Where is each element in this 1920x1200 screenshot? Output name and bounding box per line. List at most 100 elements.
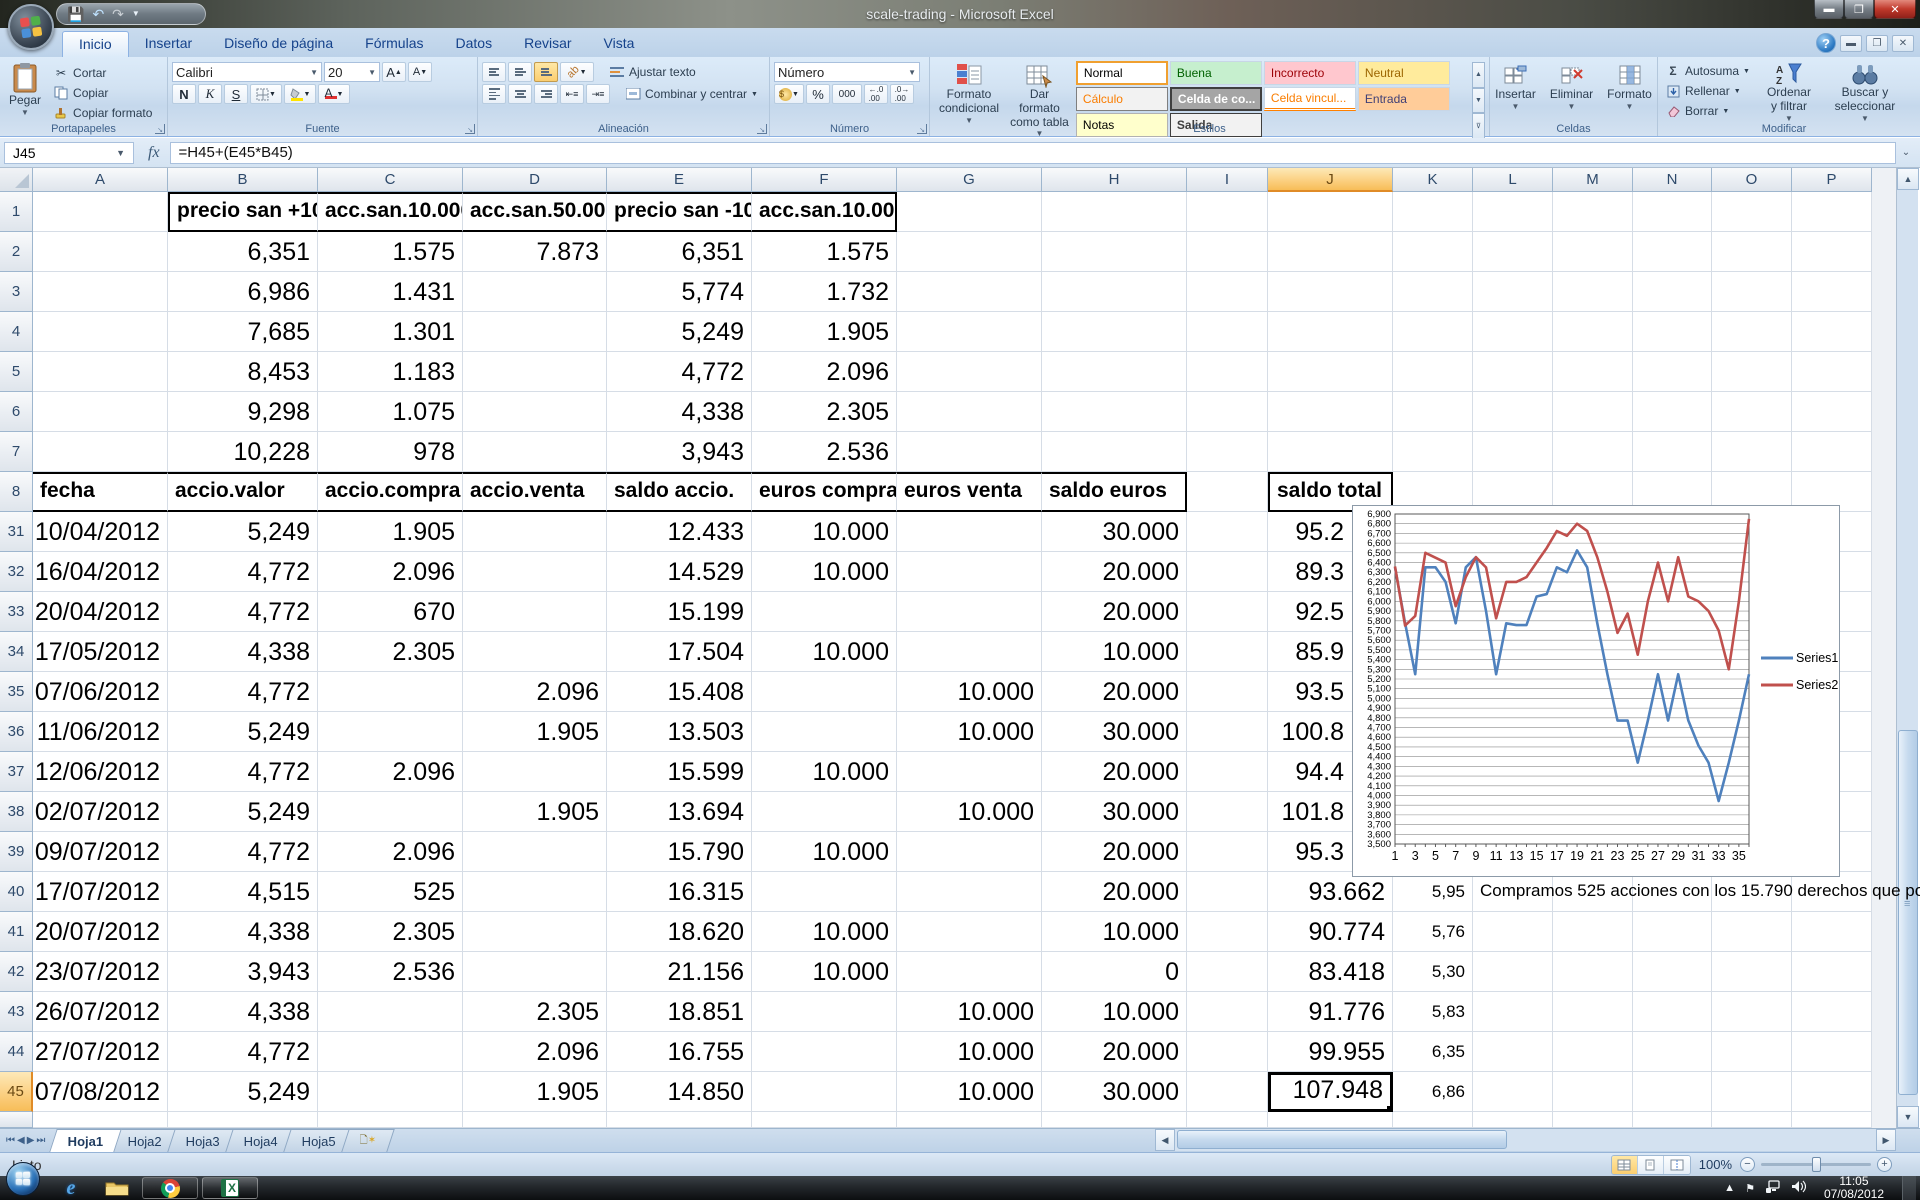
cell-C2[interactable]: 1.575 [318, 232, 463, 272]
cell-G8[interactable]: euros venta [897, 472, 1042, 512]
cell-F35[interactable] [752, 672, 897, 712]
taskbar-ie-button[interactable]: e [54, 1177, 88, 1199]
cell-H33[interactable]: 20.000 [1042, 592, 1187, 632]
cell-D34[interactable] [463, 632, 607, 672]
cell-N2[interactable] [1633, 232, 1712, 272]
cell-H45[interactable]: 30.000 [1042, 1072, 1187, 1112]
cell-C38[interactable] [318, 792, 463, 832]
cell-B45[interactable]: 5,249 [168, 1072, 318, 1112]
cell-E37[interactable]: 15.599 [607, 752, 752, 792]
cell-I1[interactable] [1187, 192, 1268, 232]
cell-I45[interactable] [1187, 1072, 1268, 1112]
cell-E44[interactable]: 16.755 [607, 1032, 752, 1072]
cell-H43[interactable]: 10.000 [1042, 992, 1187, 1032]
font-family-combo[interactable]: Calibri▼ [172, 62, 322, 82]
cell-B42[interactable]: 3,943 [168, 952, 318, 992]
cell-C35[interactable] [318, 672, 463, 712]
cell-O41[interactable] [1712, 912, 1792, 952]
cell-A35[interactable]: 07/06/2012 [33, 672, 168, 712]
cell-H44[interactable]: 20.000 [1042, 1032, 1187, 1072]
cell-K41[interactable]: 5,76 [1393, 912, 1473, 952]
cell-B43[interactable]: 4,338 [168, 992, 318, 1032]
cell-K44[interactable]: 6,35 [1393, 1032, 1473, 1072]
zoom-slider-handle[interactable] [1812, 1157, 1821, 1172]
cell-B41[interactable]: 4,338 [168, 912, 318, 952]
cell-L3[interactable] [1473, 272, 1553, 312]
cell-K5[interactable] [1393, 352, 1473, 392]
cell-F2[interactable]: 1.575 [752, 232, 897, 272]
cell-A31[interactable]: 10/04/2012 [33, 512, 168, 552]
grow-font-button[interactable]: A▲ [382, 62, 406, 82]
cell-L41[interactable] [1473, 912, 1553, 952]
cell-N7[interactable] [1633, 432, 1712, 472]
cell-H36[interactable]: 30.000 [1042, 712, 1187, 752]
cell-F36[interactable] [752, 712, 897, 752]
column-header-P[interactable]: P [1792, 168, 1872, 192]
row-header-38[interactable]: 38 [0, 792, 33, 832]
cell-M2[interactable] [1553, 232, 1633, 272]
row-header-37[interactable]: 37 [0, 752, 33, 792]
cell-N45[interactable] [1633, 1072, 1712, 1112]
row-header-42[interactable]: 42 [0, 952, 33, 992]
vertical-scrollbar-thumb[interactable] [1898, 730, 1918, 1095]
ribbon-tab-revisar[interactable]: Revisar [508, 31, 587, 57]
cell-M42[interactable] [1553, 952, 1633, 992]
column-header-N[interactable]: N [1633, 168, 1712, 192]
align-bottom-button[interactable] [534, 62, 558, 82]
find-select-button[interactable]: Buscar y seleccionar▼ [1825, 60, 1905, 125]
cell-N5[interactable] [1633, 352, 1712, 392]
cell-D32[interactable] [463, 552, 607, 592]
cell-B34[interactable]: 4,338 [168, 632, 318, 672]
cell-D2[interactable]: 7.873 [463, 232, 607, 272]
column-header-H[interactable]: H [1042, 168, 1187, 192]
zoom-out-button[interactable]: − [1740, 1157, 1755, 1172]
cell-L44[interactable] [1473, 1032, 1553, 1072]
cell-P44[interactable] [1792, 1032, 1872, 1072]
row-header-43[interactable]: 43 [0, 992, 33, 1032]
cell-P7[interactable] [1792, 432, 1872, 472]
cell-G31[interactable] [897, 512, 1042, 552]
cell-H1[interactable] [1042, 192, 1187, 232]
row-header-2[interactable]: 2 [0, 232, 33, 272]
cell-A45[interactable]: 07/08/2012 [33, 1072, 168, 1112]
tray-expand-icon[interactable]: ▲ [1724, 1182, 1735, 1194]
increase-decimal-button[interactable]: ←.0.00 [864, 84, 888, 104]
cell-A38[interactable]: 02/07/2012 [33, 792, 168, 832]
cell-E35[interactable]: 15.408 [607, 672, 752, 712]
cell-F39[interactable]: 10.000 [752, 832, 897, 872]
cell-I2[interactable] [1187, 232, 1268, 272]
cell-H39[interactable]: 20.000 [1042, 832, 1187, 872]
cell-I31[interactable] [1187, 512, 1268, 552]
cell-A42[interactable]: 23/07/2012 [33, 952, 168, 992]
next-sheet-icon[interactable]: ▶ [27, 1135, 35, 1146]
cell-L4[interactable] [1473, 312, 1553, 352]
cell-L45[interactable] [1473, 1072, 1553, 1112]
formula-bar-expand-icon[interactable]: ⌄ [1896, 147, 1916, 158]
cell-O45[interactable] [1712, 1072, 1792, 1112]
cell-style-incorrecto[interactable]: Incorrecto [1264, 61, 1356, 85]
workbook-minimize-button[interactable]: ▬ [1840, 35, 1862, 52]
shrink-font-button[interactable]: A▼ [408, 62, 432, 82]
cell-D41[interactable] [463, 912, 607, 952]
cell-style-buena[interactable]: Buena [1170, 61, 1262, 85]
cell-K43[interactable]: 5,83 [1393, 992, 1473, 1032]
cell-G37[interactable] [897, 752, 1042, 792]
cell-G7[interactable] [897, 432, 1042, 472]
column-header-A[interactable]: A [33, 168, 168, 192]
cell-C39[interactable]: 2.096 [318, 832, 463, 872]
cell-B38[interactable]: 5,249 [168, 792, 318, 832]
column-header-D[interactable]: D [463, 168, 607, 192]
cell-F40[interactable] [752, 872, 897, 912]
insert-sheet-tab[interactable]: 🗋✶ [341, 1129, 395, 1152]
cell-E33[interactable]: 15.199 [607, 592, 752, 632]
cell-C4[interactable]: 1.301 [318, 312, 463, 352]
cell-I40[interactable] [1187, 872, 1268, 912]
cell-P2[interactable] [1792, 232, 1872, 272]
cut-button[interactable]: ✂Cortar [50, 64, 155, 82]
cell-F38[interactable] [752, 792, 897, 832]
cell-D44[interactable]: 2.096 [463, 1032, 607, 1072]
cell-D5[interactable] [463, 352, 607, 392]
ribbon-tab-datos[interactable]: Datos [440, 31, 509, 57]
cell-G4[interactable] [897, 312, 1042, 352]
column-header-C[interactable]: C [318, 168, 463, 192]
